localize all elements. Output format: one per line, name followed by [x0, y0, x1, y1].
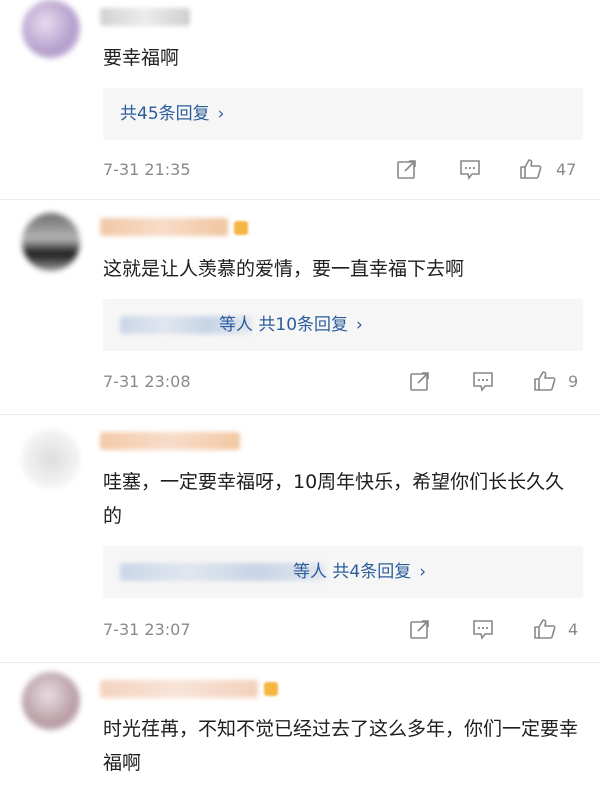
like-count: 4: [568, 620, 579, 639]
comment-text: 要幸福啊: [103, 47, 180, 69]
divider: [0, 662, 600, 663]
username[interactable]: [100, 218, 228, 236]
comment-text: 这就是让人羡慕的爱情，要一直幸福下去啊: [103, 258, 465, 280]
timestamp: 7-31 23:08: [103, 372, 191, 391]
comment-meta: 7-31 21:35 47: [103, 157, 583, 185]
reply-count-link[interactable]: 等人 共4条回复 ›: [293, 559, 426, 585]
username[interactable]: [100, 8, 190, 26]
divider: [0, 414, 600, 415]
chevron-right-icon: ›: [419, 562, 427, 582]
timestamp: 7-31 23:07: [103, 620, 191, 639]
comment-text: 哇塞，一定要幸福呀，10周年快乐，希望你们长长久久的: [103, 471, 565, 527]
comment-meta: 7-31 23:08 9: [103, 369, 583, 397]
comment-text: 时光荏苒，不知不觉已经过去了这么多年，你们一定要幸福啊: [103, 718, 579, 774]
reply-summary[interactable]: 等人 共4条回复 ›: [103, 546, 583, 598]
comment-icon[interactable]: [458, 157, 482, 181]
reply-count-link[interactable]: 等人 共10条回复 ›: [219, 312, 363, 338]
badge-icon: [264, 682, 278, 696]
like-count: 9: [568, 372, 579, 391]
reply-summary[interactable]: 共45条回复 ›: [103, 88, 583, 140]
username[interactable]: [100, 680, 258, 698]
chevron-right-icon: ›: [217, 104, 225, 124]
like-count: 47: [556, 160, 577, 179]
avatar[interactable]: [22, 430, 80, 488]
comment-icon[interactable]: [471, 369, 495, 393]
like-icon[interactable]: [533, 617, 557, 641]
avatar[interactable]: [22, 672, 80, 730]
reply-summary[interactable]: 等人 共10条回复 ›: [103, 299, 583, 351]
comment-meta: 7-31 23:07 4: [103, 617, 583, 645]
chevron-right-icon: ›: [356, 315, 363, 335]
badge-icon: [234, 221, 248, 235]
forward-icon[interactable]: [408, 369, 432, 393]
divider: [0, 199, 600, 200]
avatar[interactable]: [22, 0, 80, 58]
avatar[interactable]: [22, 213, 80, 271]
username[interactable]: [100, 432, 240, 450]
reply-count-link[interactable]: 共45条回复 ›: [120, 101, 224, 127]
forward-icon[interactable]: [395, 157, 419, 181]
like-icon[interactable]: [533, 369, 557, 393]
timestamp: 7-31 21:35: [103, 160, 191, 179]
forward-icon[interactable]: [408, 617, 432, 641]
comment-icon[interactable]: [471, 617, 495, 641]
like-icon[interactable]: [519, 157, 543, 181]
